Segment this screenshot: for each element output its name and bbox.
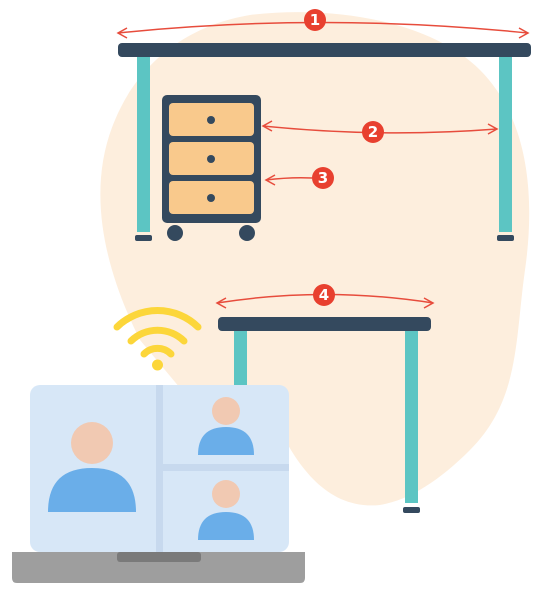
laptop-icon (12, 385, 305, 583)
svg-text:1: 1 (310, 11, 320, 29)
marker-2: 2 (362, 121, 384, 143)
small-desk-foot-right (403, 507, 420, 513)
svg-text:3: 3 (318, 169, 328, 187)
desk-leg-right (499, 57, 512, 232)
drawer-knob (207, 155, 215, 163)
desk-top (118, 43, 531, 57)
drawer-cabinet (162, 95, 261, 241)
desk-foot-right (497, 235, 514, 241)
drawer-knob (207, 116, 215, 124)
screen-divider-vertical (156, 385, 163, 552)
small-desk-leg-right (405, 331, 418, 503)
screen-divider-horizontal (163, 464, 289, 471)
caster-wheel-left (167, 225, 183, 241)
drawer-knob (207, 194, 215, 202)
marker-4: 4 (313, 284, 335, 306)
caster-wheel-right (239, 225, 255, 241)
desk-foot-left (135, 235, 152, 241)
laptop-notch (117, 552, 201, 562)
svg-text:4: 4 (319, 286, 329, 304)
marker-1: 1 (304, 9, 326, 31)
svg-text:2: 2 (368, 123, 378, 141)
desk-leg-left (137, 57, 150, 232)
small-desk-top (218, 317, 431, 331)
workspace-illustration: 1 2 3 4 (12, 9, 531, 583)
marker-3: 3 (312, 167, 334, 189)
